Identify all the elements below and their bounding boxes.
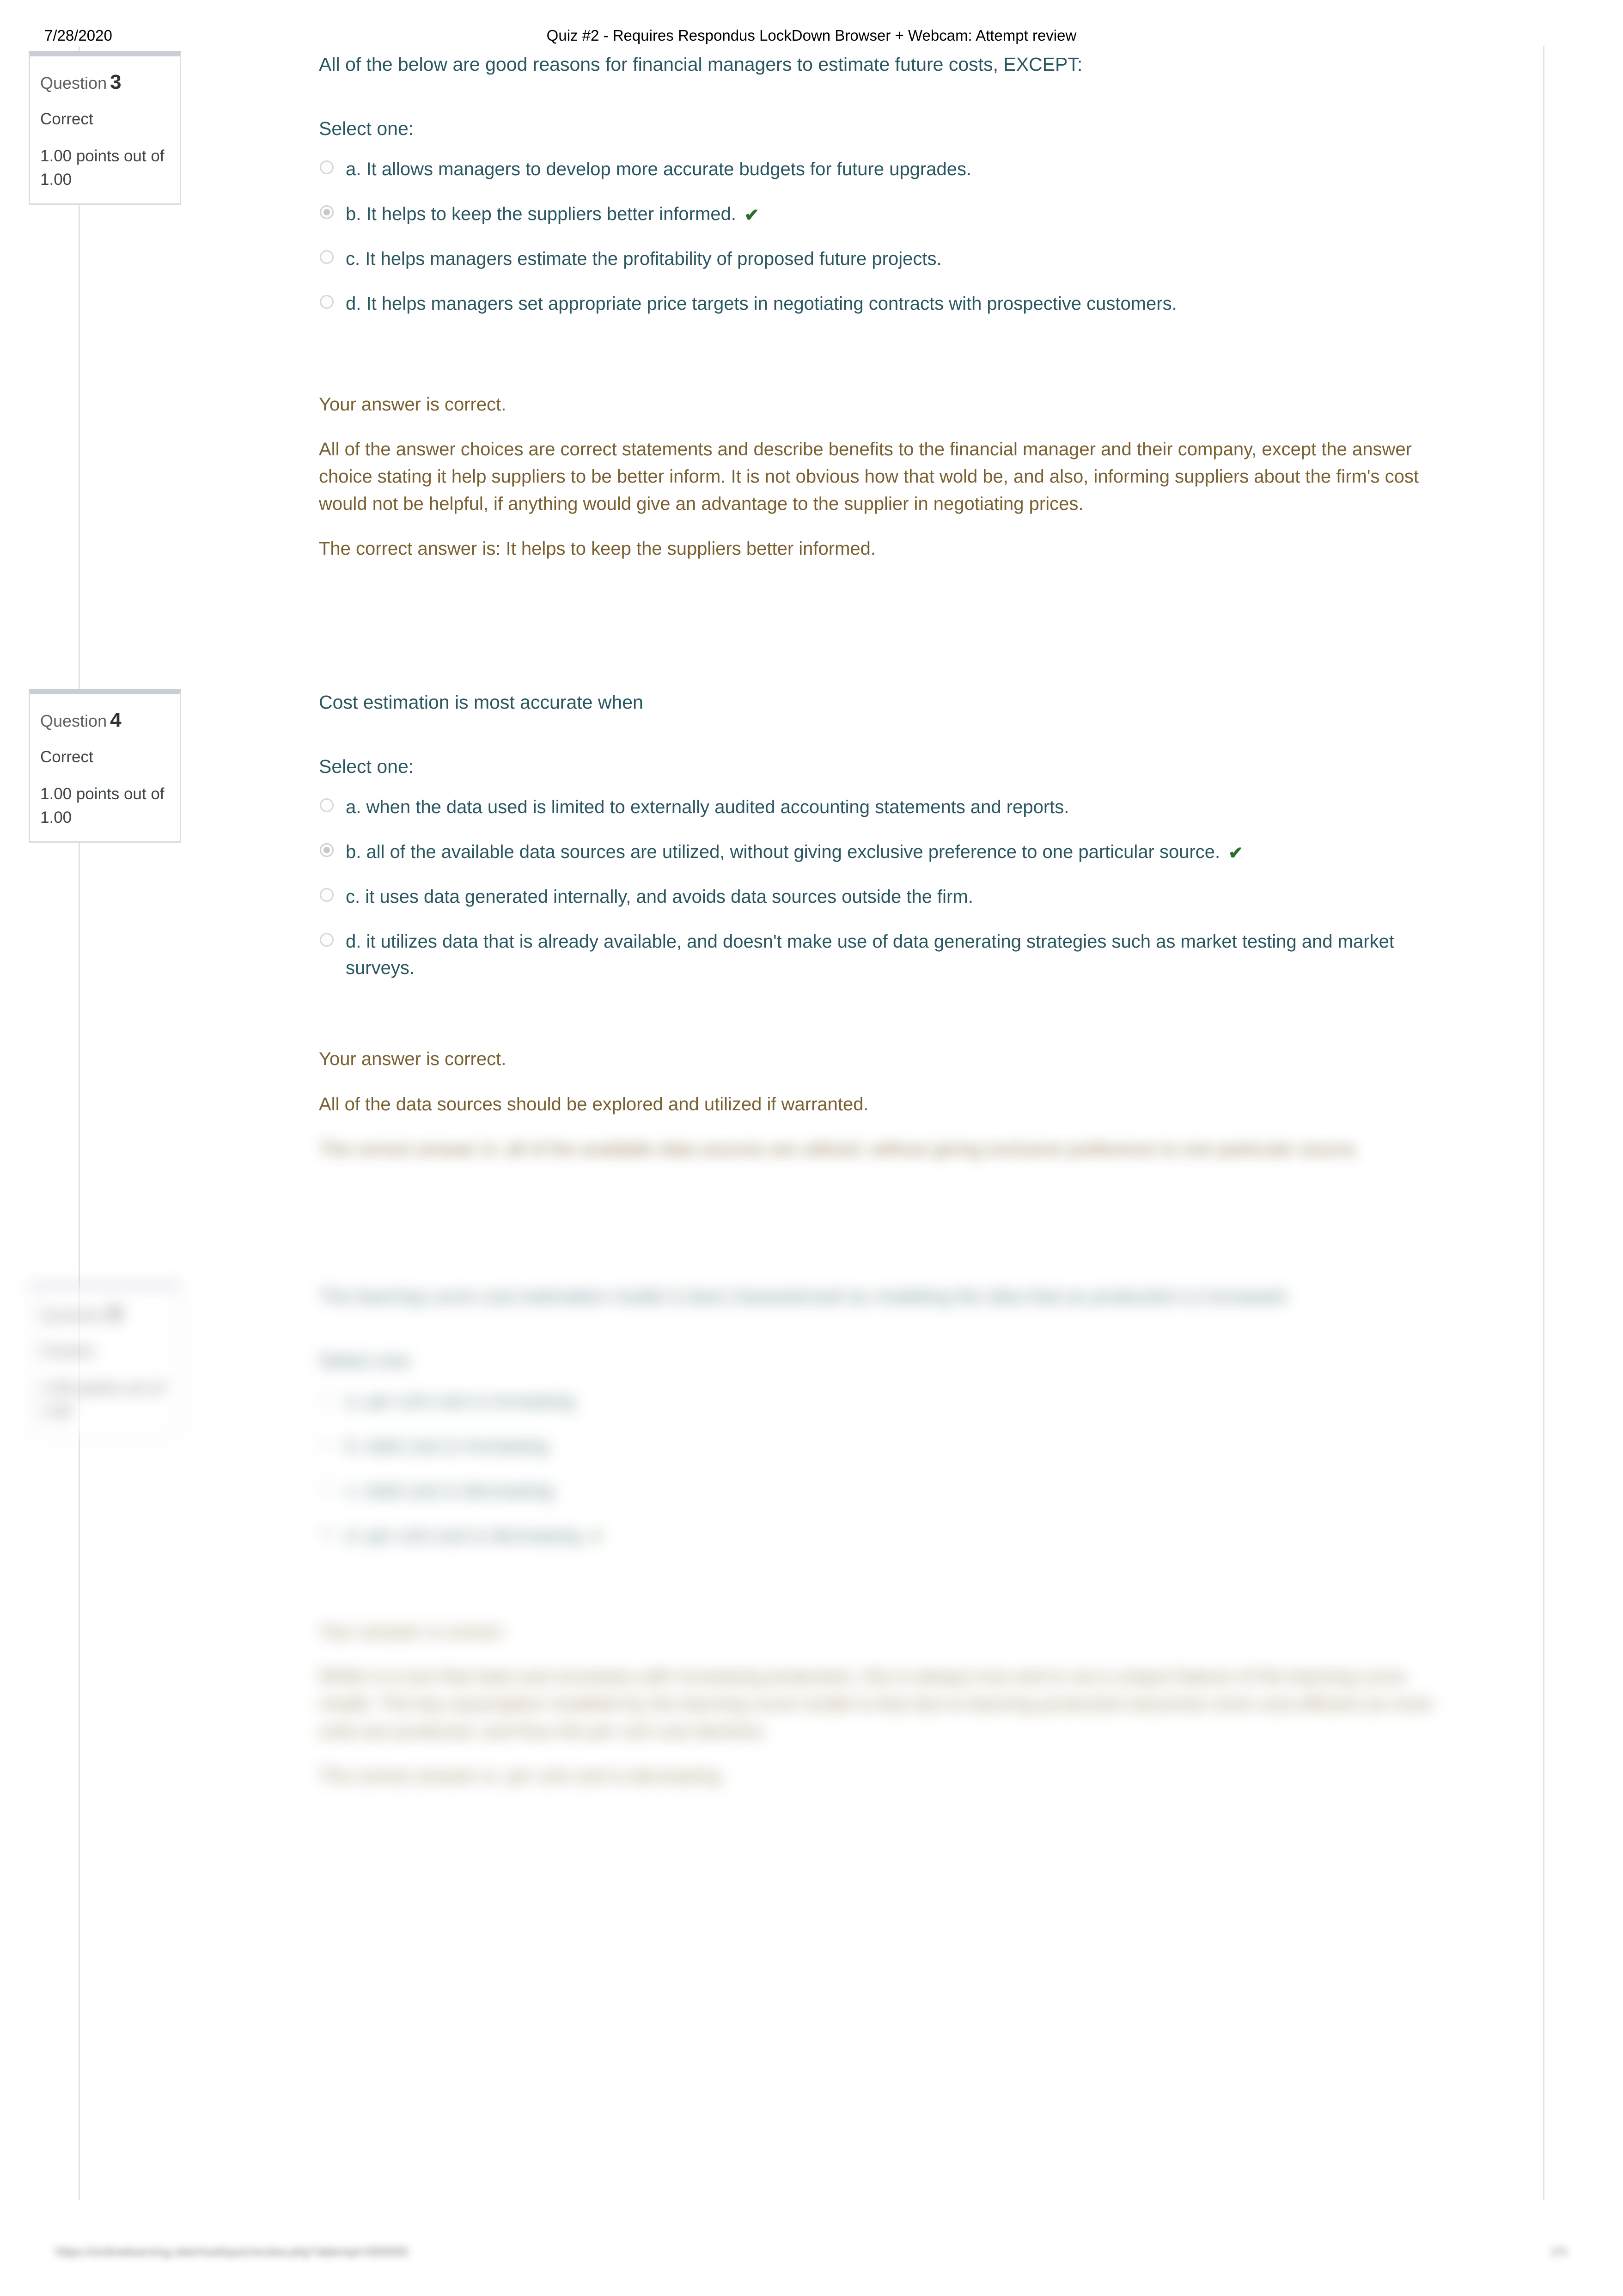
answer-list-5: a. per unit cost is increasing b. total … xyxy=(319,1388,1456,1549)
answer-label-5d: d. per unit cost is decreasing xyxy=(346,1525,581,1546)
question-info-box-5: Question 5 Correct 1.00 points out of 1.0… xyxy=(29,1283,181,1437)
question-number-4: Question 4 xyxy=(40,706,170,734)
question-grade-3: 1.00 points out of 1.00 xyxy=(40,147,165,189)
question-body-4: Cost estimation is most accurate when Se… xyxy=(319,689,1456,1163)
question-text-5: The learning curve cost estimation model… xyxy=(319,1286,1286,1307)
radio-icon-5b[interactable] xyxy=(320,1437,334,1451)
radio-icon-5c[interactable] xyxy=(320,1482,334,1496)
print-footer: https://onlinelearning.site/mod/quiz/rev… xyxy=(0,2245,1623,2272)
question-body-3: All of the below are good reasons for fi… xyxy=(319,51,1456,563)
answer-option-5d[interactable]: d. per unit cost is decreasing ✔ xyxy=(319,1523,1456,1549)
feedback-explanation-5: While it is true that total cost increas… xyxy=(319,1666,1433,1742)
answer-option-5c[interactable]: c. total cost is decreasing xyxy=(319,1478,1456,1504)
question-number-value: 5 xyxy=(110,1303,122,1325)
radio-icon-4c[interactable] xyxy=(320,888,334,902)
radio-icon-4d[interactable] xyxy=(320,932,334,947)
answer-label-5b: b. total cost is increasing xyxy=(346,1436,548,1457)
question-grade-4: 1.00 points out of 1.00 xyxy=(40,784,165,827)
correct-check-icon-3b: ✔ xyxy=(744,206,759,226)
feedback-3: Your answer is correct. All of the answe… xyxy=(319,391,1456,563)
radio-icon-4b[interactable] xyxy=(320,843,334,857)
feedback-correct-answer-5: The correct answer is: per unit cost is … xyxy=(319,1766,721,1787)
answer-label-4a: a. when the data used is limited to exte… xyxy=(346,797,1069,818)
question-state-5: Correct xyxy=(40,1342,93,1360)
radio-icon-4a[interactable] xyxy=(320,798,334,813)
feedback-correct-answer-3: The correct answer is: It helps to keep … xyxy=(319,539,876,559)
question-info-box-4: Question 4 Correct 1.00 points out of 1.0… xyxy=(29,689,181,843)
feedback-status-4: Your answer is correct. xyxy=(319,1049,506,1070)
question-word-label: Question xyxy=(40,711,107,730)
answer-label-4d: d. it utilizes data that is already avai… xyxy=(346,931,1394,978)
answer-label-4b: b. all of the available data sources are… xyxy=(346,842,1220,863)
answer-list-4: a. when the data used is limited to exte… xyxy=(319,794,1456,981)
printed-quiz-review-page: 7/28/2020 Quiz #2 - Requires Respondus L… xyxy=(0,0,1623,2296)
answer-option-3d[interactable]: d. It helps managers set appropriate pri… xyxy=(319,291,1456,317)
radio-icon-3b[interactable] xyxy=(320,205,334,220)
feedback-explanation-3: All of the answer choices are correct st… xyxy=(319,439,1419,514)
question-number-5: Question 5 xyxy=(40,1300,170,1328)
radio-icon-3d[interactable] xyxy=(320,294,334,309)
answer-option-3a[interactable]: a. It allows managers to develop more ac… xyxy=(319,156,1456,183)
answer-option-3b[interactable]: b. It helps to keep the suppliers better… xyxy=(319,201,1456,227)
print-footer-url: https://onlinelearning.site/mod/quiz/rev… xyxy=(55,2245,409,2259)
radio-icon-5d[interactable] xyxy=(320,1526,334,1541)
answer-option-5a[interactable]: a. per unit cost is increasing xyxy=(319,1388,1456,1414)
answer-label-3d: d. It helps managers set appropriate pri… xyxy=(346,293,1177,314)
answer-option-4b[interactable]: b. all of the available data sources are… xyxy=(319,839,1456,865)
question-word-label: Question xyxy=(40,1305,107,1324)
answer-label-5a: a. per unit cost is increasing xyxy=(346,1391,575,1412)
answer-label-4c: c. it uses data generated internally, an… xyxy=(346,887,973,907)
answer-list-3: a. It allows managers to develop more ac… xyxy=(319,156,1456,317)
question-word-label: Question xyxy=(40,73,107,92)
feedback-correct-answer-4: The correct answer is: all of the availa… xyxy=(319,1139,1360,1159)
radio-icon-3a[interactable] xyxy=(320,160,334,175)
question-state-4: Correct xyxy=(40,748,93,766)
question-number-3: Question 3 xyxy=(40,68,170,96)
answer-label-3a: a. It allows managers to develop more ac… xyxy=(346,159,972,180)
answer-option-4c[interactable]: c. it uses data generated internally, an… xyxy=(319,884,1456,910)
radio-icon-3c[interactable] xyxy=(320,250,334,264)
feedback-4: Your answer is correct. All of the data … xyxy=(319,1046,1456,1163)
question-number-value: 4 xyxy=(110,709,122,731)
question-text-4: Cost estimation is most accurate when xyxy=(319,692,643,713)
question-grade-5: 1.00 points out of 1.00 xyxy=(40,1378,165,1420)
question-state-3: Correct xyxy=(40,110,93,129)
answer-label-5c: c. total cost is decreasing xyxy=(346,1481,554,1501)
answer-label-3c: c. It helps managers estimate the profit… xyxy=(346,249,942,269)
answer-option-5b[interactable]: b. total cost is increasing xyxy=(319,1433,1456,1459)
answer-option-3c[interactable]: c. It helps managers estimate the profit… xyxy=(319,246,1456,272)
feedback-explanation-4: All of the data sources should be explor… xyxy=(319,1094,869,1114)
question-number-value: 3 xyxy=(110,71,122,93)
select-one-label-3: Select one: xyxy=(319,118,414,140)
select-one-label-4: Select one: xyxy=(319,756,414,778)
correct-check-icon-4b: ✔ xyxy=(1228,844,1244,863)
question-info-box-3: Question 3 Correct 1.00 points out of 1.0… xyxy=(29,51,181,205)
print-header: 7/28/2020 Quiz #2 - Requires Respondus L… xyxy=(0,27,1623,45)
answer-option-4d[interactable]: d. it utilizes data that is already avai… xyxy=(319,929,1456,981)
question-body-5: The learning curve cost estimation model… xyxy=(319,1283,1456,1790)
answer-option-4a[interactable]: a. when the data used is limited to exte… xyxy=(319,794,1456,820)
select-one-label-5: Select one: xyxy=(319,1350,414,1371)
question-text-3: All of the below are good reasons for fi… xyxy=(319,54,1083,75)
print-title: Quiz #2 - Requires Respondus LockDown Br… xyxy=(546,27,1077,44)
feedback-status-3: Your answer is correct. xyxy=(319,394,506,415)
radio-icon-5a[interactable] xyxy=(320,1392,334,1407)
feedback-5: Your answer is correct. While it is true… xyxy=(319,1618,1456,1790)
print-footer-page-number: 2/5 xyxy=(1550,2245,1568,2259)
feedback-status-5: Your answer is correct. xyxy=(319,1621,506,1642)
correct-check-icon-5d: ✔ xyxy=(589,1527,604,1547)
answer-label-3b: b. It helps to keep the suppliers better… xyxy=(346,204,736,225)
